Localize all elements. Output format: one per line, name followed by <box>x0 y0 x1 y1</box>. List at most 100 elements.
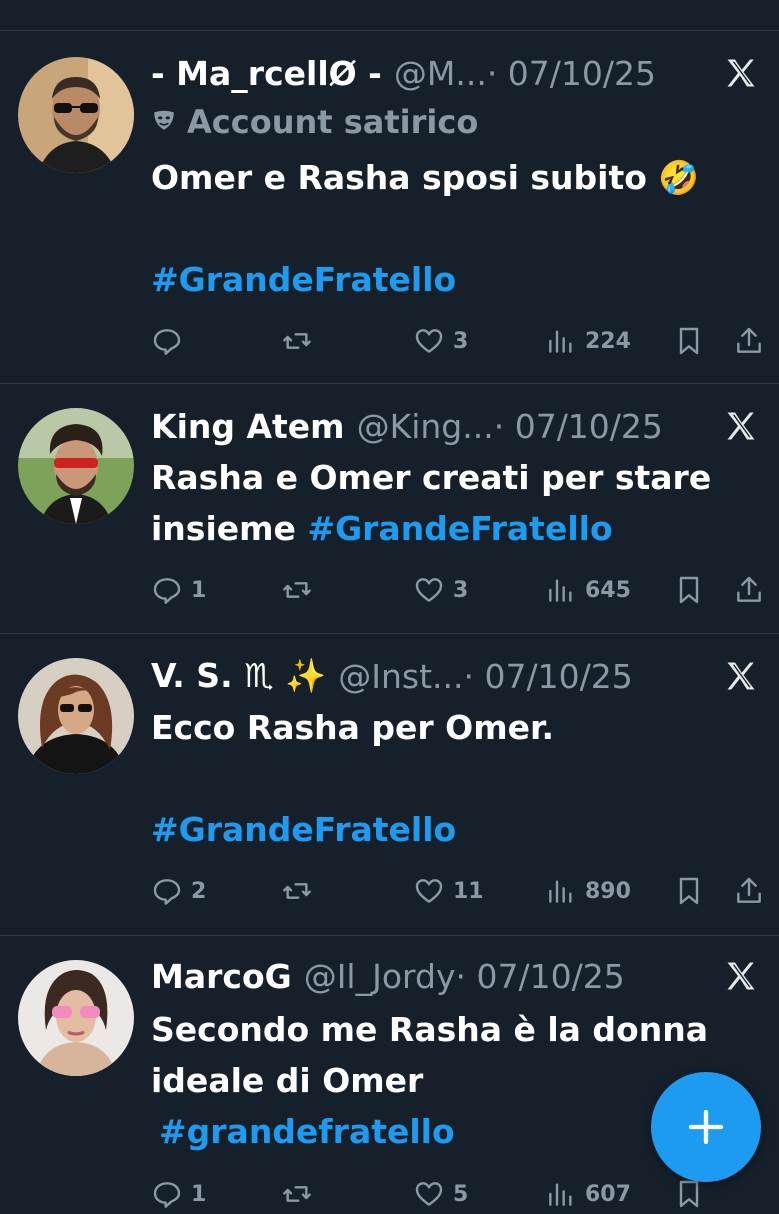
tweet-date[interactable]: · 07/10/25 <box>487 54 656 93</box>
like-count: 5 <box>453 1181 469 1207</box>
reply-button[interactable] <box>151 321 191 361</box>
views-button[interactable]: 607 <box>545 1174 631 1214</box>
retweet-icon <box>283 582 311 598</box>
tweet-date[interactable]: · 07/10/25 <box>494 407 663 446</box>
view-count: 645 <box>585 577 631 603</box>
x-logo-icon <box>723 408 759 444</box>
view-count: 607 <box>585 1181 631 1207</box>
user-handle[interactable]: @King... <box>357 407 494 446</box>
like-button[interactable]: 5 <box>413 1174 468 1214</box>
retweet-button[interactable] <box>281 871 313 911</box>
avatar[interactable] <box>18 960 134 1076</box>
share-button[interactable] <box>733 321 765 361</box>
views-icon <box>549 330 572 353</box>
tweet-header: MarcoG @Il_Jordy · 07/10/25 <box>151 946 625 1006</box>
tweet-text: Ecco Rasha per Omer. #GrandeFratello <box>151 702 741 855</box>
views-icon <box>549 1183 572 1206</box>
tweet-date[interactable]: · 07/10/25 <box>456 957 625 996</box>
hashtag-link[interactable]: #GrandeFratello <box>307 509 612 548</box>
tweet-actions: 2 11 890 <box>151 871 771 911</box>
tweet-actions: 1 5 607 <box>151 1174 771 1214</box>
views-icon <box>549 880 572 903</box>
display-name[interactable]: King Atem <box>151 407 345 446</box>
share-icon <box>737 877 761 903</box>
retweet-button[interactable] <box>281 570 313 610</box>
user-handle[interactable]: @Il_Jordy <box>304 957 456 996</box>
heart-icon <box>415 1182 443 1206</box>
heart-icon <box>415 578 443 602</box>
tweet-actions: 3 224 <box>151 321 771 361</box>
reply-count: 2 <box>191 878 207 904</box>
badge-label: Account satirico <box>187 103 479 141</box>
tweet-header: V. S. ♏ ✨ @Inst... · 07/10/25 <box>151 646 633 706</box>
plus-icon <box>688 1109 724 1145</box>
like-button[interactable]: 11 <box>413 871 484 911</box>
hashtag-link[interactable]: #grandefratello <box>159 1112 455 1151</box>
user-handle[interactable]: @Inst... <box>338 657 463 696</box>
tweet-text-line: Rasha e Omer creati per stare <box>151 458 712 497</box>
like-count: 3 <box>453 577 469 603</box>
like-count: 3 <box>453 328 469 354</box>
bookmark-button[interactable] <box>673 570 705 610</box>
avatar[interactable] <box>18 57 134 173</box>
tweet-text: Rasha e Omer creati per stare insieme #G… <box>151 452 741 554</box>
avatar[interactable] <box>18 408 134 524</box>
retweet-icon <box>283 883 311 899</box>
compose-button[interactable] <box>651 1072 761 1182</box>
reply-button[interactable]: 1 <box>151 570 206 610</box>
bookmark-icon <box>679 576 699 604</box>
share-icon <box>737 327 761 353</box>
heart-icon <box>415 879 443 903</box>
tweet-text-line: Ecco Rasha per Omer. <box>151 708 555 747</box>
previous-tweet-stub <box>0 0 779 31</box>
views-icon <box>549 579 572 602</box>
retweet-button[interactable] <box>281 321 313 361</box>
retweet-icon <box>283 1186 311 1202</box>
view-count: 224 <box>585 328 631 354</box>
reply-button[interactable]: 2 <box>151 871 206 911</box>
reply-icon <box>153 879 181 905</box>
avatar[interactable] <box>18 658 134 774</box>
display-name[interactable]: - Ma_rcellØ - <box>151 54 382 93</box>
tweet[interactable]: V. S. ♏ ✨ @Inst... · 07/10/25 Ecco Rasha… <box>0 634 779 936</box>
retweet-icon <box>283 333 311 349</box>
mask-icon <box>151 103 177 141</box>
share-button[interactable] <box>733 570 765 610</box>
bookmark-icon <box>679 877 699 905</box>
reply-icon <box>153 329 181 355</box>
tweet[interactable]: King Atem @King... · 07/10/25 Rasha e Om… <box>0 384 779 634</box>
views-button[interactable]: 890 <box>545 871 631 911</box>
user-handle[interactable]: @M... <box>394 54 487 93</box>
display-name[interactable]: V. S. ♏ ✨ <box>151 656 326 696</box>
x-logo-icon <box>723 658 759 694</box>
x-logo-icon <box>723 55 759 91</box>
like-count: 11 <box>453 878 484 904</box>
reply-icon <box>153 1182 181 1208</box>
retweet-button[interactable] <box>281 1174 313 1214</box>
bookmark-icon <box>679 327 699 355</box>
hashtag-link[interactable]: #GrandeFratello <box>151 804 741 855</box>
tweet-date[interactable]: · 07/10/25 <box>464 657 633 696</box>
tweet-text-line: ideale di Omer <box>151 1061 424 1100</box>
tweet-text: Omer e Rasha sposi subito 🤣 #GrandeFrate… <box>151 152 741 305</box>
heart-icon <box>415 329 443 353</box>
bookmark-button[interactable] <box>673 321 705 361</box>
tweet[interactable]: - Ma_rcellØ - @M... · 07/10/25 Account s… <box>0 31 779 384</box>
reply-count: 1 <box>191 1181 207 1207</box>
hashtag-link[interactable]: #GrandeFratello <box>151 254 741 305</box>
share-icon <box>737 576 761 602</box>
reply-count: 1 <box>191 577 207 603</box>
tweet-actions: 1 3 645 <box>151 570 771 610</box>
tweet-header: King Atem @King... · 07/10/25 <box>151 396 663 456</box>
display-name[interactable]: MarcoG <box>151 957 292 996</box>
reply-button[interactable]: 1 <box>151 1174 206 1214</box>
share-button[interactable] <box>733 871 765 911</box>
like-button[interactable]: 3 <box>413 321 468 361</box>
account-badge: Account satirico <box>151 103 478 141</box>
bookmark-button[interactable] <box>673 871 705 911</box>
views-button[interactable]: 224 <box>545 321 631 361</box>
tweet-header: - Ma_rcellØ - @M... · 07/10/25 <box>151 43 656 103</box>
tweet-text-line: Omer e Rasha sposi subito 🤣 <box>151 158 700 197</box>
views-button[interactable]: 645 <box>545 570 631 610</box>
like-button[interactable]: 3 <box>413 570 468 610</box>
